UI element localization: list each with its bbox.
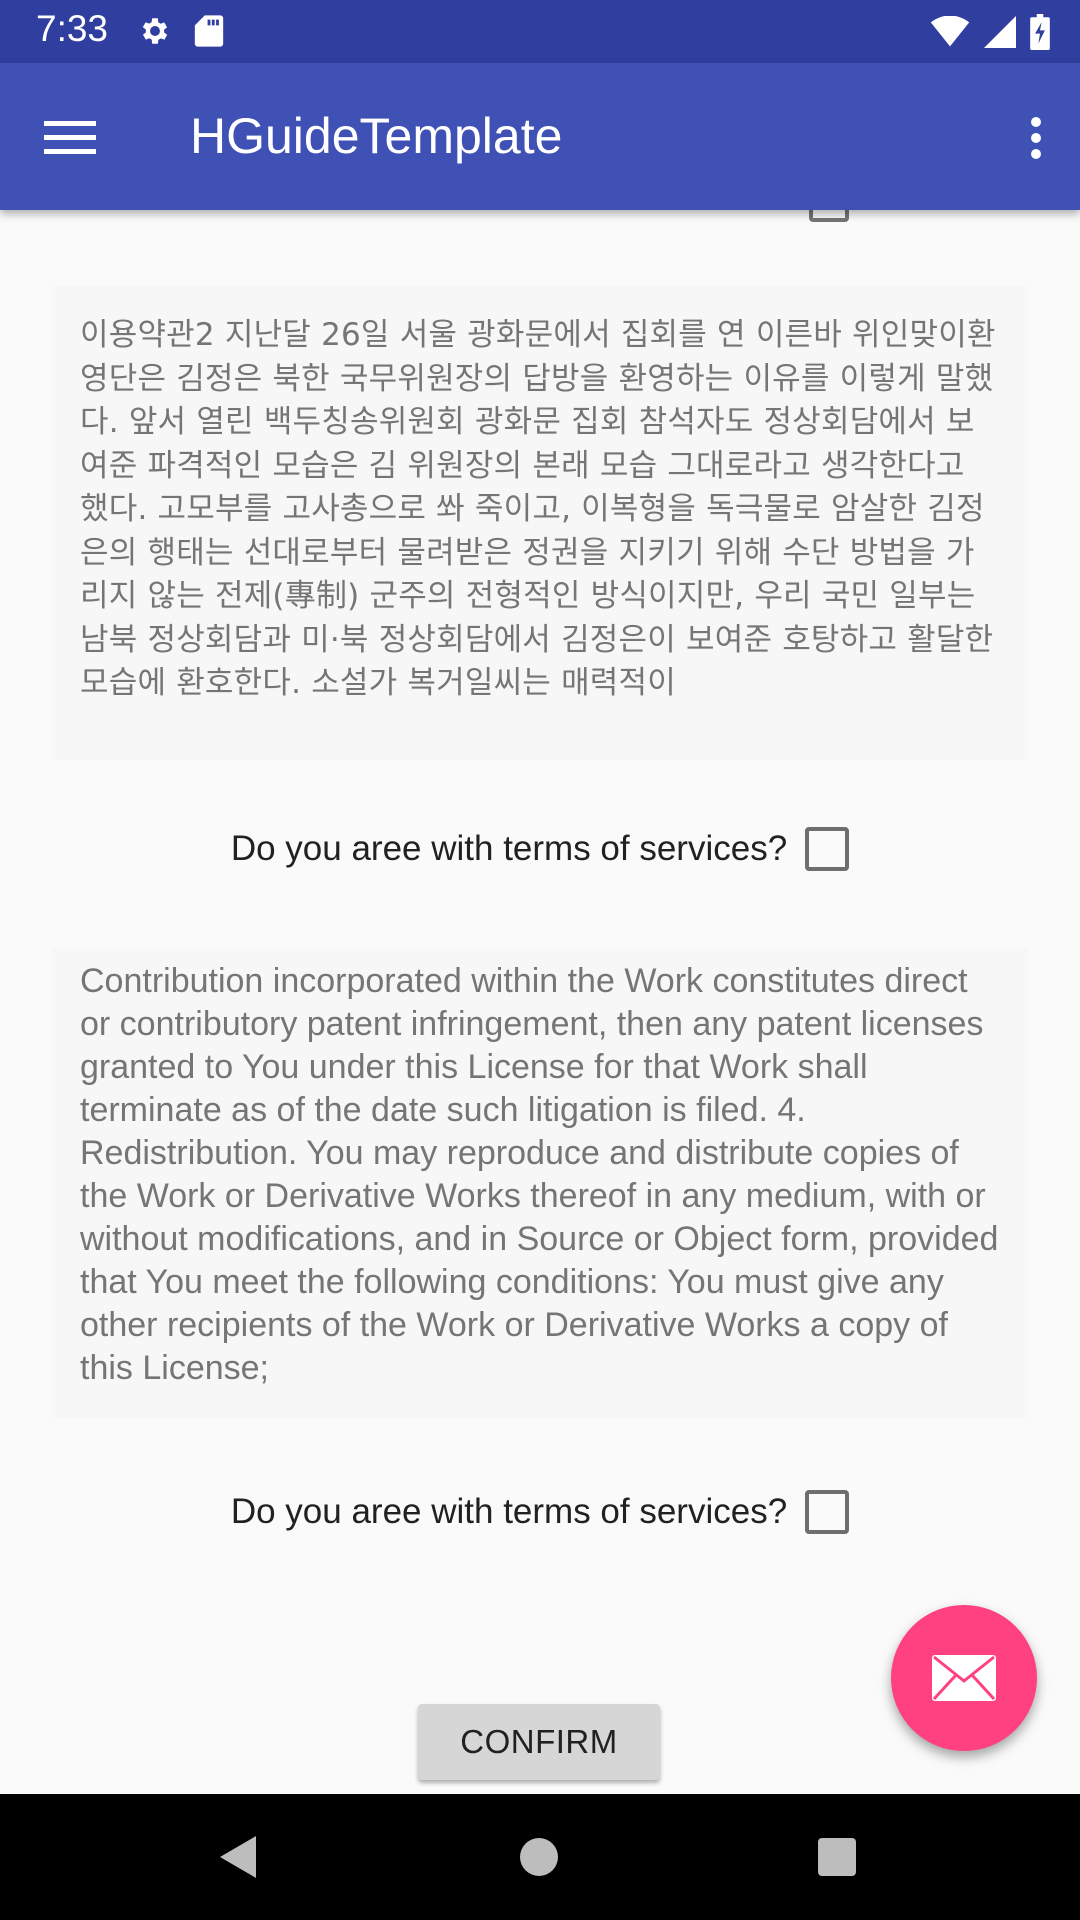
agree-row-1: Do you aree with terms of services? — [0, 827, 1080, 871]
wifi-icon — [930, 15, 970, 53]
hamburger-menu-icon — [44, 121, 96, 154]
overflow-menu-button[interactable] — [1014, 103, 1058, 173]
agree-checkbox-1[interactable] — [805, 827, 850, 871]
battery-charging-icon — [1030, 14, 1050, 55]
menu-button[interactable] — [34, 108, 106, 168]
terms-text-box-korean[interactable]: 이용약관2 지난달 26일 서울 광화문에서 집회를 연 이른바 위인맞이환영단… — [52, 286, 1028, 760]
terms-text-box-english[interactable]: Contribution incorporated within the Wor… — [52, 948, 1028, 1418]
back-button[interactable] — [218, 1834, 258, 1885]
confirm-button[interactable]: CONFIRM — [418, 1704, 660, 1780]
more-vertical-icon — [1031, 117, 1041, 159]
email-icon — [932, 1655, 996, 1701]
status-bar: 7:33 — [0, 0, 1080, 63]
terms-text-english: Contribution incorporated within the Wor… — [80, 962, 999, 1387]
sd-card-icon — [194, 14, 224, 53]
app-title: HGuideTemplate — [190, 108, 563, 164]
previous-agree-checkbox[interactable] — [809, 210, 849, 222]
terms-text-korean: 이용약관2 지난달 26일 서울 광화문에서 집회를 연 이른바 위인맞이환영단… — [80, 317, 996, 701]
agree-row-2: Do you aree with terms of services? — [0, 1490, 1080, 1534]
recents-icon[interactable] — [818, 1838, 856, 1876]
home-icon[interactable] — [520, 1838, 558, 1876]
email-fab[interactable] — [891, 1605, 1037, 1751]
agree-label-2: Do you aree with terms of services? — [230, 1492, 788, 1531]
app-bar: HGuideTemplate — [0, 63, 1080, 210]
terms-scroll-content[interactable]: 이용약관2 지난달 26일 서울 광화문에서 집회를 연 이른바 위인맞이환영단… — [0, 210, 1080, 1794]
signal-icon — [984, 16, 1016, 53]
navigation-bar — [0, 1794, 1080, 1920]
agree-checkbox-2[interactable] — [805, 1490, 850, 1534]
back-icon — [220, 1836, 256, 1878]
agree-label-1: Do you aree with terms of services? — [230, 829, 788, 868]
status-time: 7:33 — [36, 8, 109, 49]
gear-icon — [138, 14, 172, 53]
